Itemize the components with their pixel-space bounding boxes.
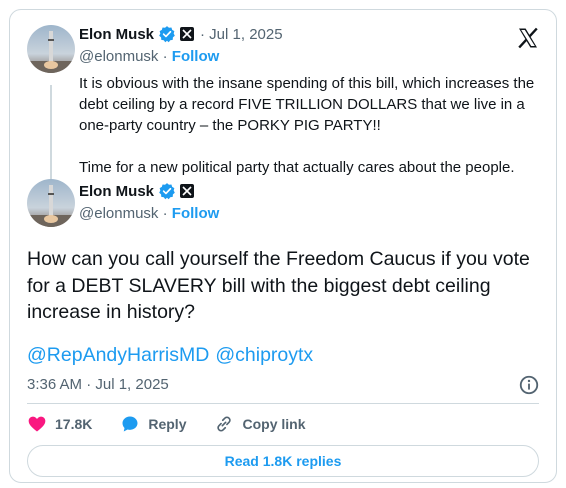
quoted-tweet-text: It is obvious with the insane spending o… (79, 75, 535, 176)
verified-badge-icon (159, 26, 175, 43)
quoted-date[interactable]: · Jul 1, 2025 (200, 26, 283, 43)
reply-button[interactable]: Reply (120, 414, 186, 434)
divider (27, 403, 539, 404)
quoted-handle-row: @elonmusk · Follow (79, 48, 219, 65)
x-affiliation-badge-icon (180, 27, 195, 41)
avatar[interactable] (27, 179, 75, 227)
main-handle-row: @elonmusk · Follow (79, 205, 219, 222)
mentions: @RepAndyHarrisMD @chiproytx (27, 344, 319, 367)
quoted-author-row: Elon Musk · Jul 1, 2025 (79, 25, 283, 43)
author-name[interactable]: Elon Musk (79, 26, 154, 43)
action-bar: 17.8K Reply Copy link (27, 414, 334, 434)
x-logo-icon[interactable] (516, 26, 540, 50)
info-icon[interactable] (518, 374, 540, 396)
follow-link[interactable]: Follow (172, 205, 220, 222)
reply-label: Reply (148, 416, 187, 432)
author-handle[interactable]: @elonmusk (79, 48, 158, 65)
copy-link-label: Copy link (242, 416, 306, 432)
thread-line (50, 85, 52, 181)
avatar-image (27, 179, 75, 227)
tweet-text: How can you call yourself the Freedom Ca… (27, 248, 530, 323)
avatar[interactable] (27, 25, 75, 73)
heart-icon (28, 416, 46, 432)
x-affiliation-badge-icon (180, 184, 195, 198)
verified-badge-icon (159, 183, 175, 200)
author-handle[interactable]: @elonmusk (79, 205, 158, 222)
mention-link[interactable]: @chiproytx (215, 344, 313, 366)
separator: · (158, 205, 172, 222)
follow-link[interactable]: Follow (172, 48, 220, 65)
copy-link-button[interactable]: Copy link (214, 414, 306, 434)
separator: · (158, 48, 172, 65)
read-replies-button[interactable]: Read 1.8K replies (27, 445, 539, 477)
like-button[interactable]: 17.8K (27, 414, 92, 434)
tweet-timestamp[interactable]: 3:36 AM · Jul 1, 2025 (27, 376, 169, 393)
mention-link[interactable]: @RepAndyHarrisMD (27, 344, 209, 366)
main-author-row: Elon Musk (79, 182, 195, 200)
tweet-embed-card: Elon Musk · Jul 1, 2025 @elonmusk · Foll… (9, 9, 557, 483)
link-icon (217, 416, 232, 432)
author-name[interactable]: Elon Musk (79, 183, 154, 200)
like-count: 17.8K (55, 416, 93, 432)
avatar-image (27, 25, 75, 73)
reply-bubble-icon (122, 416, 138, 432)
